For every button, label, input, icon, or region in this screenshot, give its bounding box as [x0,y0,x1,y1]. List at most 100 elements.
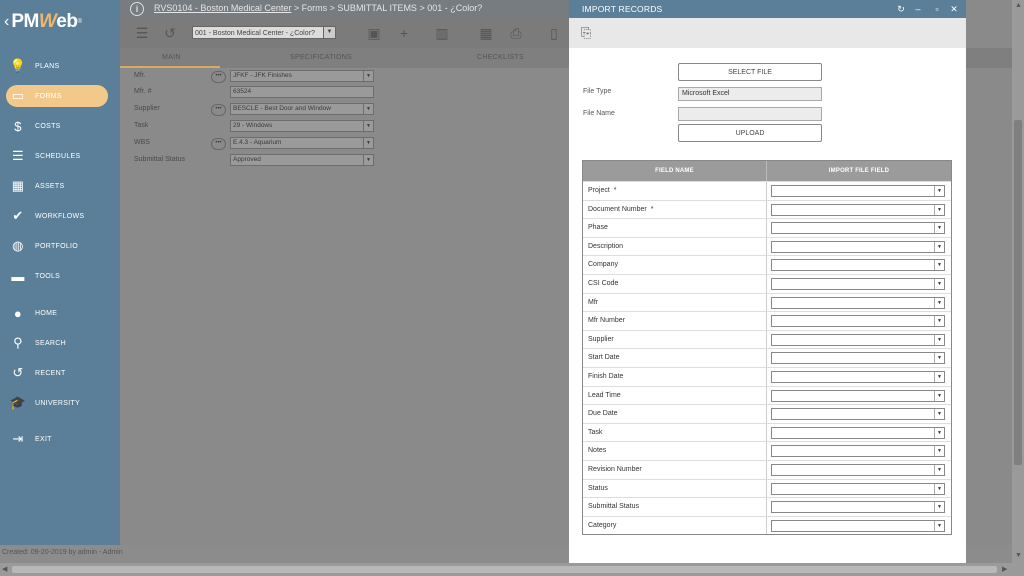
add-icon[interactable]: + [396,25,412,41]
import-field-select[interactable]: ▼ [771,519,946,532]
export-file-icon[interactable]: ⎘ [581,25,591,41]
form-field-value: JFKF - JFK Finishes [233,72,292,79]
import-field-select[interactable]: ▼ [771,482,946,495]
delete-icon[interactable]: ▥ [434,25,450,41]
tab-checklists[interactable]: CHECKLISTS [477,54,524,61]
file-type-field[interactable]: Microsoft Excel [678,87,822,101]
sidebar-item-recent[interactable]: ↺ RECENT [6,362,108,384]
import-field-select[interactable]: ▼ [771,185,946,197]
back-chevron-icon[interactable]: ‹ [4,13,9,31]
brand-name: PMWeb [11,11,78,32]
lookup-button[interactable]: ••• [211,104,226,116]
import-field-cell: ▼ [767,424,951,442]
import-field-select[interactable]: ▼ [771,389,946,402]
field-name-text: Finish Date [588,372,624,380]
sidebar-item-search[interactable]: ⚲ SEARCH [6,332,108,354]
chevron-down-icon: ▼ [363,121,373,131]
field-name-cell: Supplier [583,330,768,349]
table-row: Project * ▼ [583,181,951,200]
vertical-scroll-thumb[interactable] [1014,120,1022,465]
history-icon[interactable]: ↺ [162,25,178,41]
import-field-select[interactable]: ▼ [771,315,946,328]
scroll-down-icon[interactable]: ▼ [1015,552,1022,559]
close-icon[interactable]: ✕ [949,4,959,14]
breadcrumb-project-link[interactable]: RVS0104 - Boston Medical Center [154,3,291,13]
sidebar-item-label: RECENT [35,369,66,377]
info-icon[interactable]: i [130,2,144,16]
import-field-select[interactable]: ▼ [771,352,946,365]
print-icon[interactable]: ⎙ [508,25,524,41]
import-field-select[interactable]: ▼ [771,296,946,309]
form-field-value: Approved [233,156,261,163]
refresh-icon[interactable]: ↻ [896,4,906,14]
breadcrumb: RVS0104 - Boston Medical Center > Forms … [154,3,482,13]
import-field-select[interactable]: ▼ [771,203,946,216]
import-field-select[interactable]: ▼ [771,277,946,290]
field-name-cell: Company [583,256,768,274]
maximize-icon[interactable]: ▫ [932,4,942,14]
lookup-button[interactable]: ••• [211,71,226,83]
upload-button[interactable]: UPLOAD [678,124,822,142]
sidebar-item-portfolio[interactable]: ◍ PORTFOLIO [6,235,108,257]
form-field-input[interactable]: BESCLE - Best Door and Window ▼ [230,103,374,115]
pmweb-logo[interactable]: ‹ PMWeb ® [4,8,82,36]
table-row: Category ▼ [583,515,951,535]
sidebar-item-assets[interactable]: ▦ ASSETS [6,175,108,197]
import-field-select[interactable]: ▼ [771,463,946,476]
lookup-button[interactable]: ••• [211,138,226,150]
field-name-text: Start Date [588,354,620,362]
field-name-cell: Lead Time [583,386,768,405]
select-file-button[interactable]: SELECT FILE [678,63,822,81]
import-field-cell: ▼ [767,294,951,312]
scroll-right-icon[interactable]: ▶ [1002,565,1007,573]
horizontal-scrollbar[interactable]: ◀ ▶ [0,563,1012,576]
table-row: Revision Number ▼ [583,459,951,479]
field-name-cell: Mfr [583,293,768,312]
sidebar-item-costs[interactable]: $ COSTS [6,115,108,137]
form-field-input[interactable]: 29 - Windows ▼ [230,120,374,132]
import-field-select[interactable]: ▼ [771,259,946,272]
sidebar-item-label: SCHEDULES [35,152,81,160]
sidebar-item-tools[interactable]: ▬ TOOLS [6,265,108,287]
minimize-icon[interactable]: – [913,4,923,14]
tab-main[interactable]: MAIN [162,54,181,61]
import-field-select[interactable]: ▼ [771,370,946,383]
field-name-text: Category [588,521,617,529]
import-field-select[interactable]: ▼ [771,222,946,235]
form-field-input[interactable]: E.4.3 - Aquarium ▼ [230,137,374,149]
file-name-field[interactable] [678,107,822,121]
grid-icon[interactable]: ▦ [478,25,494,41]
import-field-select[interactable]: ▼ [771,426,946,439]
sidebar-item-university[interactable]: 🎓 UNIVERSITY [6,392,108,414]
sidebar-item-home[interactable]: ● HOME [6,302,108,324]
form-field-input[interactable]: JFKF - JFK Finishes ▼ [230,70,374,82]
sidebar-item-workflows[interactable]: ✔ WORKFLOWS [6,205,108,227]
sidebar-item-forms[interactable]: ▭ FORMS [6,85,108,107]
tab-specifications[interactable]: SPECIFICATIONS [290,54,352,61]
sidebar-item-plans[interactable]: 💡 PLANS [6,55,108,77]
scroll-left-icon[interactable]: ◀ [2,565,7,573]
horizontal-scroll-thumb[interactable] [12,566,997,573]
form-field-label: WBS [134,139,150,146]
vertical-scrollbar[interactable]: ▲ ▼ [1012,0,1024,576]
import-field-select[interactable]: ▼ [771,445,946,458]
form-field-label: Supplier [134,105,160,112]
form-field-input[interactable]: Approved ▼ [230,154,374,166]
chevron-down-icon: ▼ [934,371,944,382]
import-field-cell: ▼ [767,480,951,498]
field-name-cell: Start Date [583,349,768,367]
record-select[interactable]: 001 - Boston Medical Center - ¿Color? ▼ [192,26,336,39]
field-name-text: Document Number [588,205,647,213]
import-field-select[interactable]: ▼ [771,501,946,514]
save-icon[interactable]: ▣ [366,25,382,41]
import-field-select[interactable]: ▼ [771,240,946,253]
import-field-select[interactable]: ▼ [771,333,946,346]
form-field-input[interactable]: 63524 [230,86,374,98]
scroll-up-icon[interactable]: ▲ [1015,2,1022,9]
sidebar-item-exit[interactable]: ⇥ EXIT [6,428,108,450]
sidebar-item-schedules[interactable]: ☰ SCHEDULES [6,145,108,167]
list-icon[interactable]: ☰ [134,25,150,41]
export-icon[interactable]: ▯ [546,25,562,41]
import-field-select[interactable]: ▼ [771,408,946,421]
active-tab-indicator [120,66,220,68]
